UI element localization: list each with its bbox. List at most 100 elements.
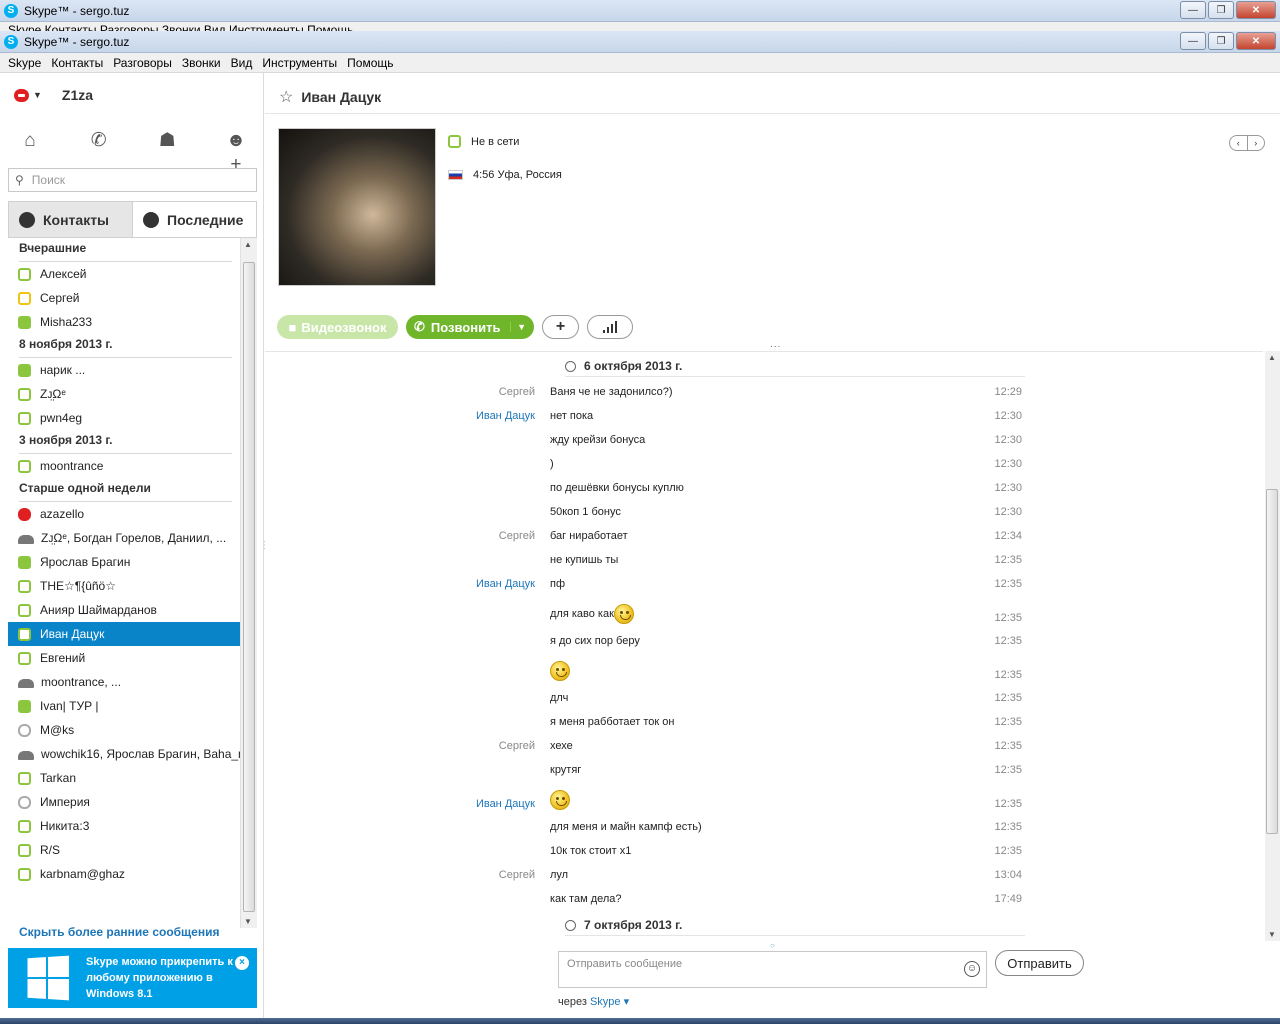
contacts-group-icon[interactable]: ☗ bbox=[155, 129, 179, 153]
contact-item[interactable]: Ярослав Брагин bbox=[8, 550, 240, 574]
minimize-icon[interactable]: — bbox=[1180, 1, 1206, 19]
contact-item[interactable]: Zᴊ̤Ωᵉ bbox=[8, 382, 240, 406]
scroll-thumb[interactable] bbox=[243, 262, 255, 912]
expand-handle-icon[interactable]: ... bbox=[770, 339, 781, 350]
message-sender[interactable]: Сергей bbox=[265, 386, 550, 398]
contact-item[interactable]: azazello bbox=[8, 502, 240, 526]
message-sender[interactable]: Сергей bbox=[265, 869, 550, 881]
message-row[interactable]: Сергей Ваня че не задонилсо?) 12:29 bbox=[265, 380, 1263, 404]
message-sender[interactable]: Иван Дацук bbox=[265, 410, 550, 422]
contact-item[interactable]: Сергей bbox=[8, 286, 240, 310]
search-box[interactable]: ⚲ Поиск bbox=[8, 168, 257, 192]
contact-item[interactable]: Евгений bbox=[8, 646, 240, 670]
status-dnd-icon[interactable] bbox=[14, 88, 29, 102]
scroll-up-icon[interactable]: ▲ bbox=[1268, 353, 1276, 362]
contact-item[interactable]: Алексей bbox=[8, 262, 240, 286]
contact-item[interactable]: Иван Дацук bbox=[8, 622, 240, 646]
contact-list-scrollbar[interactable]: ▲ ▼ bbox=[240, 238, 257, 928]
message-row[interactable]: Сергей хехе 12:35 bbox=[265, 734, 1263, 758]
contact-item[interactable]: Никита:3 bbox=[8, 814, 240, 838]
minimize-icon[interactable]: — bbox=[1180, 32, 1206, 50]
home-icon[interactable]: ⌂ bbox=[18, 129, 42, 153]
scroll-down-icon[interactable]: ▼ bbox=[244, 917, 252, 926]
message-row[interactable]: не купишь ты 12:35 bbox=[265, 548, 1263, 572]
message-row[interactable]: как там дела? 17:49 bbox=[265, 887, 1263, 911]
call-quality-button[interactable] bbox=[587, 315, 633, 339]
message-row[interactable]: длч 12:35 bbox=[265, 686, 1263, 710]
menu-skype[interactable]: Skype bbox=[3, 56, 46, 70]
send-button[interactable]: Отправить bbox=[995, 950, 1084, 976]
scroll-thumb[interactable] bbox=[1266, 489, 1278, 834]
message-input[interactable]: Отправить сообщение ☺ bbox=[558, 951, 987, 988]
maximize-icon[interactable]: ❐ bbox=[1208, 1, 1234, 19]
tab-contacts[interactable]: Контакты bbox=[9, 202, 132, 237]
call-dropdown-icon[interactable]: ▼ bbox=[510, 322, 526, 332]
close-icon[interactable]: ✕ bbox=[1236, 1, 1276, 19]
message-sender[interactable]: Иван Дацук bbox=[265, 578, 550, 590]
call-button[interactable]: ✆ Позвонить ▼ bbox=[406, 315, 534, 339]
add-contact-icon[interactable]: ☻+ bbox=[224, 129, 248, 175]
contact-item[interactable]: ΤΗΕ☆¶{ûñö☆ bbox=[8, 574, 240, 598]
message-row[interactable]: по дешёвки бонусы куплю 12:30 bbox=[265, 476, 1263, 500]
close-icon[interactable]: ✕ bbox=[1236, 32, 1276, 50]
hide-earlier-messages-link[interactable]: Скрыть более ранние сообщения bbox=[19, 925, 219, 939]
menu-contacts[interactable]: Контакты bbox=[46, 56, 108, 70]
profile-area[interactable]: ▼ Z1za bbox=[14, 87, 93, 103]
search-input[interactable]: Поиск bbox=[32, 173, 65, 187]
message-row[interactable]: я до сих пор беру 12:35 bbox=[265, 629, 1263, 653]
message-row[interactable]: Иван Дацук нет пока 12:30 bbox=[265, 404, 1263, 428]
contact-item[interactable]: wowchik16, Ярослав Брагин, Baha_m... bbox=[8, 742, 240, 766]
menu-view[interactable]: Вид bbox=[226, 56, 258, 70]
add-participants-button[interactable]: + bbox=[542, 315, 579, 339]
messages-scrollbar[interactable]: ▲ ▼ bbox=[1265, 351, 1280, 941]
contact-item[interactable]: Империя bbox=[8, 790, 240, 814]
message-row[interactable]: ) 12:30 bbox=[265, 452, 1263, 476]
contact-item[interactable]: нарик ... bbox=[8, 358, 240, 382]
maximize-icon[interactable]: ❐ bbox=[1208, 32, 1234, 50]
contact-item[interactable]: pwn4eg bbox=[8, 406, 240, 430]
contact-item[interactable]: M@ks bbox=[8, 718, 240, 742]
phone-icon[interactable]: ✆ bbox=[87, 129, 111, 153]
message-sender[interactable]: Иван Дацук bbox=[265, 798, 550, 810]
menu-conversations[interactable]: Разговоры bbox=[108, 56, 177, 70]
menu-tools[interactable]: Инструменты bbox=[257, 56, 342, 70]
message-row[interactable]: Иван Дацук 12:35 bbox=[265, 782, 1263, 815]
contact-item[interactable]: Zᴊ̤Ωᵉ, Богдан Горелов, Даниил, ... bbox=[8, 526, 240, 550]
menu-calls[interactable]: Звонки bbox=[177, 56, 226, 70]
chevron-left-icon[interactable]: ‹ bbox=[1230, 136, 1247, 150]
contact-item[interactable]: karbnam@ghaz bbox=[8, 862, 240, 886]
message-row[interactable]: крутяг 12:35 bbox=[265, 758, 1263, 782]
contact-item[interactable]: Ivan| ТУР | bbox=[8, 694, 240, 718]
promo-close-icon[interactable]: × bbox=[235, 956, 249, 970]
profile-name[interactable]: Z1za bbox=[62, 87, 93, 103]
scroll-down-icon[interactable]: ▼ bbox=[1268, 930, 1276, 939]
tab-recent[interactable]: Последние bbox=[132, 202, 256, 237]
resize-handle-icon[interactable]: ○ bbox=[770, 941, 775, 950]
message-row[interactable]: Иван Дацук пф 12:35 bbox=[265, 572, 1263, 596]
message-row[interactable]: Сергей лул 13:04 bbox=[265, 863, 1263, 887]
contact-item[interactable]: Анияр Шаймарданов bbox=[8, 598, 240, 622]
message-row[interactable]: для меня и майн кампф есть) 12:35 bbox=[265, 815, 1263, 839]
scroll-up-icon[interactable]: ▲ bbox=[244, 240, 252, 249]
status-dropdown-icon[interactable]: ▼ bbox=[33, 90, 42, 100]
contact-item[interactable]: Tarkan bbox=[8, 766, 240, 790]
contact-item[interactable]: R/S bbox=[8, 838, 240, 862]
message-row[interactable]: жду крейзи бонуса 12:30 bbox=[265, 428, 1263, 452]
message-row[interactable]: 12:35 bbox=[265, 653, 1263, 686]
menu-help[interactable]: Помощь bbox=[342, 56, 398, 70]
contact-item[interactable]: moontrance, ... bbox=[8, 670, 240, 694]
favorite-star-icon[interactable]: ☆ bbox=[279, 87, 293, 107]
message-sender[interactable]: Сергей bbox=[265, 530, 550, 542]
message-row[interactable]: я меня рабботает ток он 12:35 bbox=[265, 710, 1263, 734]
message-row[interactable]: 10к ток стоит х1 12:35 bbox=[265, 839, 1263, 863]
message-row[interactable]: для каво как 12:35 bbox=[265, 596, 1263, 629]
send-via-skype-dropdown[interactable]: Skype ▾ bbox=[590, 996, 629, 1008]
message-sender[interactable]: Сергей bbox=[265, 740, 550, 752]
promo-banner[interactable]: Skype можно прикрепить к любому приложен… bbox=[8, 948, 257, 1008]
contact-item[interactable]: moontrance bbox=[8, 454, 240, 478]
chevron-right-icon[interactable]: › bbox=[1246, 136, 1265, 150]
contact-item[interactable]: Misha233 bbox=[8, 310, 240, 334]
message-row[interactable]: Сергей баг ниработает 12:34 bbox=[265, 524, 1263, 548]
emoticon-icon[interactable]: ☺ bbox=[964, 961, 980, 977]
video-call-button[interactable]: ■ Видеозвонок bbox=[277, 315, 398, 339]
